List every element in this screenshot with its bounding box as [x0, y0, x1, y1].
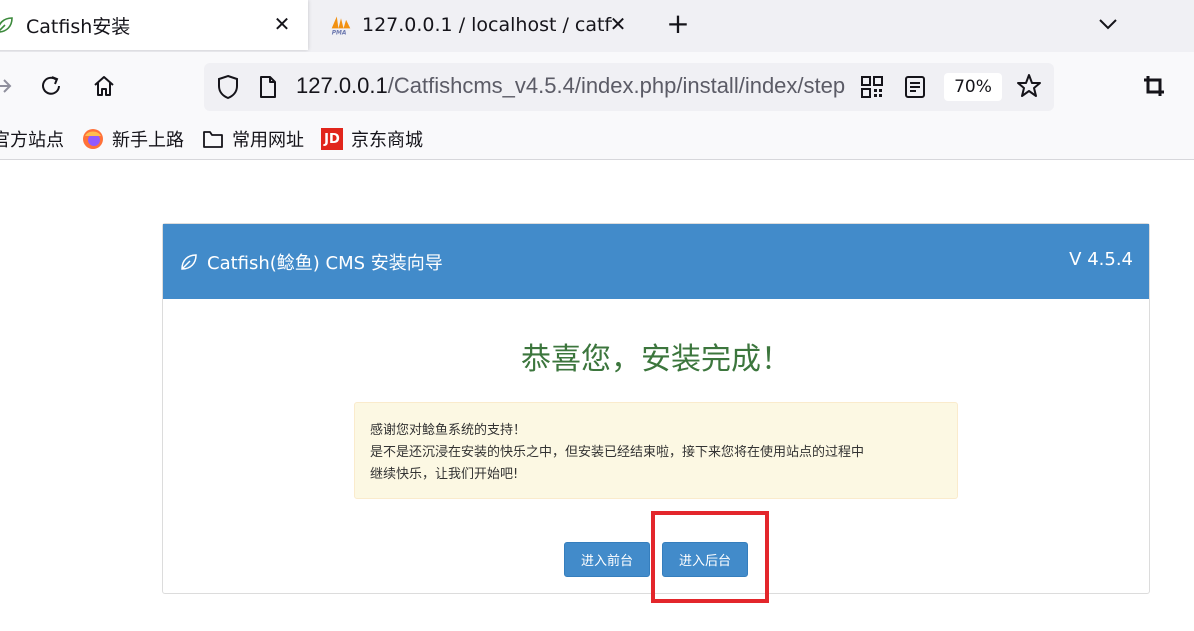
- url-path: /Catfishcms_v4.5.4/index.php/install/ind…: [387, 73, 846, 98]
- installer-title: Catfish(鲶鱼) CMS 安装向导: [207, 253, 443, 274]
- tab-title: 127.0.0.1 / localhost / catfish: [362, 14, 612, 36]
- new-tab-button[interactable]: +: [664, 10, 692, 39]
- tab-strip: Catfish安装 ✕ PMA 127.0.0.1 / localhost / …: [0, 0, 1194, 52]
- close-tab-icon[interactable]: ✕: [606, 12, 630, 36]
- bookmark-folder-common[interactable]: 常用网址: [202, 126, 304, 152]
- reader-view-icon[interactable]: [904, 75, 926, 103]
- reload-icon[interactable]: [37, 72, 65, 100]
- panel-header: Catfish(鲶鱼) CMS 安装向导 V 4.5.4: [163, 224, 1149, 299]
- notice-line: 继续快乐，让我们开始吧!: [370, 467, 519, 482]
- forward-button[interactable]: [0, 72, 18, 100]
- firefox-icon: [82, 128, 104, 150]
- zoom-level-button[interactable]: 70%: [944, 73, 1002, 101]
- panel-title: Catfish(鲶鱼) CMS 安装向导: [179, 249, 443, 275]
- tab-catfish-install[interactable]: Catfish安装 ✕: [0, 0, 308, 50]
- qr-code-icon[interactable]: [860, 75, 884, 103]
- bookmark-official-site[interactable]: 官方站点: [0, 126, 64, 152]
- notice-line: 是不是还沉浸在安装的快乐之中，但安装已经结束啦，接下来您将在使用站点的过程中: [370, 445, 865, 460]
- bookmarks-toolbar: 官方站点 新手上路 常用网址 JD 京东商城: [0, 118, 1194, 160]
- bookmark-label: 新手上路: [112, 130, 184, 151]
- enter-frontend-button[interactable]: 进入前台: [564, 542, 650, 577]
- tab-title: Catfish安装: [26, 15, 131, 38]
- bookmark-star-icon[interactable]: [1016, 73, 1042, 103]
- bookmark-getting-started[interactable]: 新手上路: [82, 126, 184, 152]
- catfish-leaf-icon: [0, 14, 16, 36]
- svg-text:PMA: PMA: [332, 30, 347, 36]
- tab-phpmyadmin[interactable]: PMA 127.0.0.1 / localhost / catfish ✕: [324, 0, 644, 50]
- screenshot-crop-icon[interactable]: [1140, 72, 1168, 100]
- thanks-notice: 感谢您对鲶鱼系统的支持！ 是不是还沉浸在安装的快乐之中，但安装已经结束啦，接下来…: [354, 402, 958, 499]
- bookmark-label: 官方站点: [0, 130, 64, 151]
- shield-icon[interactable]: [216, 74, 240, 104]
- version-label: V 4.5.4: [1069, 249, 1133, 270]
- phpmyadmin-icon: PMA: [330, 14, 352, 36]
- highlight-box: [651, 511, 769, 603]
- chevron-down-icon[interactable]: [1094, 12, 1122, 36]
- bookmark-jd[interactable]: JD 京东商城: [321, 126, 423, 152]
- leaf-icon: [179, 252, 199, 272]
- nav-toolbar: 127.0.0.1/Catfishcms_v4.5.4/index.php/in…: [0, 52, 1194, 118]
- bookmark-label: 常用网址: [232, 130, 304, 151]
- jd-icon: JD: [321, 128, 343, 150]
- close-tab-icon[interactable]: ✕: [270, 12, 294, 36]
- page-info-icon[interactable]: [258, 75, 278, 103]
- folder-icon: [202, 128, 224, 150]
- address-bar[interactable]: 127.0.0.1/Catfishcms_v4.5.4/index.php/in…: [204, 63, 1054, 111]
- success-heading: 恭喜您，安装完成！: [521, 342, 791, 377]
- bookmark-label: 京东商城: [351, 130, 423, 151]
- url-text[interactable]: 127.0.0.1/Catfishcms_v4.5.4/index.php/in…: [296, 73, 850, 101]
- home-icon[interactable]: [90, 72, 118, 100]
- notice-line: 感谢您对鲶鱼系统的支持！: [370, 423, 527, 438]
- url-host: 127.0.0.1: [296, 73, 388, 98]
